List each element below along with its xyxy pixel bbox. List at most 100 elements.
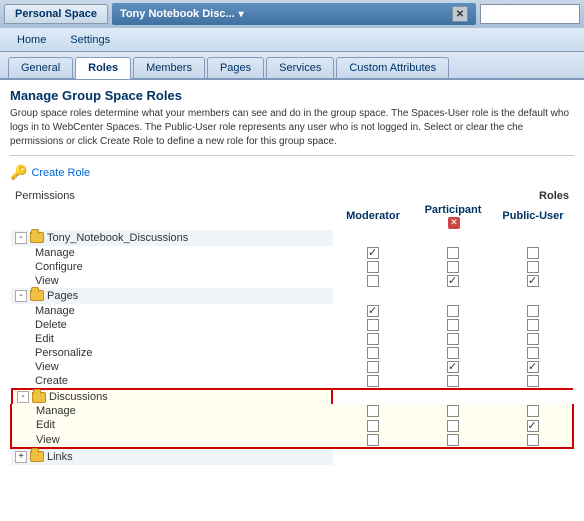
personal-space-tab[interactable]: Personal Space [4,4,108,24]
checkbox-icon[interactable] [367,333,379,345]
checkbox-icon[interactable] [367,420,379,432]
pages-view-participant-cb[interactable] [413,360,493,374]
table-row: Manage [11,246,573,260]
checkbox-icon[interactable] [527,319,539,331]
pages-manage-participant-cb[interactable] [413,304,493,318]
disc-edit-moderator-cb[interactable] [333,418,413,432]
checkbox-icon[interactable] [527,261,539,273]
checkbox-checked-icon[interactable] [527,420,539,432]
checkbox-icon[interactable] [447,347,459,359]
checkbox-checked-icon[interactable] [367,247,379,259]
checkbox-icon[interactable] [447,333,459,345]
expand-discussions-icon[interactable]: - [17,391,29,403]
table-row: Edit [11,418,573,432]
checkbox-icon[interactable] [447,420,459,432]
dropdown-arrow-icon[interactable]: ▾ [239,9,244,20]
expand-pages-icon[interactable]: - [15,290,27,302]
tab-services[interactable]: Services [266,57,334,78]
create-role-button[interactable]: 🔑 Create Role [10,164,574,181]
pages-personalize-public-cb[interactable] [493,346,573,360]
table-row: Manage [11,404,573,418]
checkbox-checked-icon[interactable] [527,275,539,287]
tony-notebook-label: Tony_Notebook_Discussions [47,232,188,244]
section-description: Group space roles determine what your me… [10,107,574,156]
checkbox-icon[interactable] [367,319,379,331]
manage-moderator-cb[interactable] [333,246,413,260]
view-public-cb[interactable] [493,274,573,288]
checkbox-icon[interactable] [447,434,459,446]
checkbox-icon[interactable] [367,405,379,417]
disc-manage-public-cb[interactable] [493,404,573,418]
disc-manage-participant-cb[interactable] [413,404,493,418]
participant-col-header: Participant ✕ [413,203,493,230]
checkbox-icon[interactable] [527,405,539,417]
search-input[interactable] [480,4,580,24]
tab-pages[interactable]: Pages [207,57,264,78]
tab-roles[interactable]: Roles [75,57,131,79]
expand-tony-notebook-icon[interactable]: - [15,232,27,244]
disc-manage-moderator-cb[interactable] [333,404,413,418]
checkbox-icon[interactable] [367,434,379,446]
checkbox-icon[interactable] [447,405,459,417]
checkbox-icon[interactable] [447,261,459,273]
tab-general[interactable]: General [8,57,73,78]
group-tony-notebook: - Tony_Notebook_Discussions [11,230,573,246]
home-button[interactable]: Home [6,31,57,49]
disc-edit-participant-cb[interactable] [413,418,493,432]
manage-public-cb[interactable] [493,246,573,260]
pages-delete-public-cb[interactable] [493,318,573,332]
pages-create-moderator-cb[interactable] [333,374,413,389]
checkbox-icon[interactable] [447,375,459,387]
checkbox-checked-icon[interactable] [527,361,539,373]
pages-delete-moderator-cb[interactable] [333,318,413,332]
checkbox-icon[interactable] [367,261,379,273]
checkbox-icon[interactable] [527,434,539,446]
disc-view-moderator-cb[interactable] [333,433,413,448]
pages-personalize-moderator-cb[interactable] [333,346,413,360]
checkbox-checked-icon[interactable] [447,361,459,373]
tab-custom-attributes[interactable]: Custom Attributes [336,57,449,78]
view-participant-cb[interactable] [413,274,493,288]
configure-participant-cb[interactable] [413,260,493,274]
pages-manage-moderator-cb[interactable] [333,304,413,318]
checkbox-icon[interactable] [367,347,379,359]
pages-delete-label: Delete [11,318,333,332]
pages-personalize-participant-cb[interactable] [413,346,493,360]
checkbox-checked-icon[interactable] [367,305,379,317]
checkbox-icon[interactable] [367,375,379,387]
disc-view-public-cb[interactable] [493,433,573,448]
checkbox-icon[interactable] [447,319,459,331]
checkbox-icon[interactable] [527,247,539,259]
pages-edit-participant-cb[interactable] [413,332,493,346]
view-moderator-cb[interactable] [333,274,413,288]
checkbox-icon[interactable] [527,375,539,387]
close-icon[interactable]: ✕ [452,6,468,22]
group-links-header: + Links [11,449,333,465]
pages-delete-participant-cb[interactable] [413,318,493,332]
tab-members[interactable]: Members [133,57,205,78]
checkbox-icon[interactable] [527,305,539,317]
checkbox-icon[interactable] [447,247,459,259]
settings-button[interactable]: Settings [59,31,121,49]
manage-participant-cb[interactable] [413,246,493,260]
pages-edit-moderator-cb[interactable] [333,332,413,346]
pages-view-public-cb[interactable] [493,360,573,374]
checkbox-checked-icon[interactable] [447,275,459,287]
pages-manage-public-cb[interactable] [493,304,573,318]
configure-moderator-cb[interactable] [333,260,413,274]
checkbox-icon[interactable] [367,275,379,287]
checkbox-icon[interactable] [527,347,539,359]
pages-create-participant-cb[interactable] [413,374,493,389]
disc-edit-public-cb[interactable] [493,418,573,432]
pages-create-public-cb[interactable] [493,374,573,389]
checkbox-icon[interactable] [447,305,459,317]
participant-close-icon[interactable]: ✕ [448,217,460,229]
disc-view-participant-cb[interactable] [413,433,493,448]
pages-edit-public-cb[interactable] [493,332,573,346]
expand-links-icon[interactable]: + [15,451,27,463]
checkbox-icon[interactable] [527,333,539,345]
pages-view-moderator-cb[interactable] [333,360,413,374]
tab-bar: General Roles Members Pages Services Cus… [0,52,584,80]
checkbox-icon[interactable] [367,361,379,373]
configure-public-cb[interactable] [493,260,573,274]
